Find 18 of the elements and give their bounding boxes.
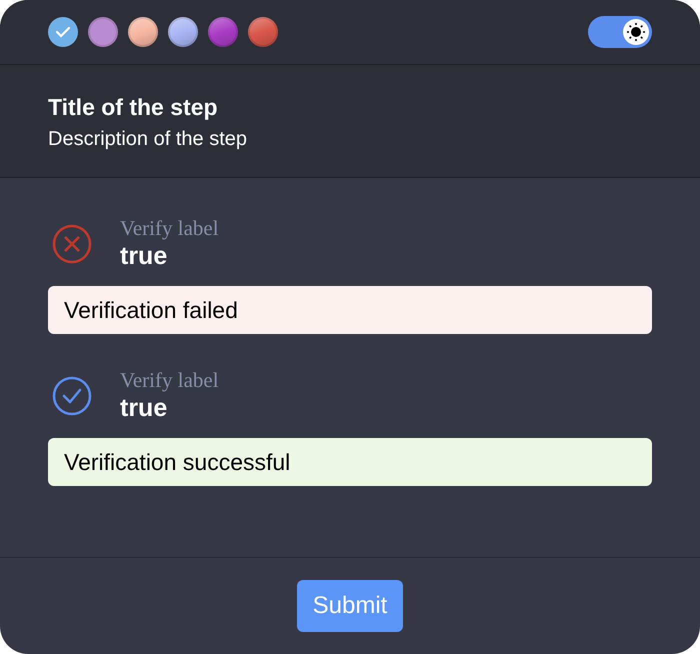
- theme-swatch[interactable]: [208, 17, 238, 47]
- theme-swatch[interactable]: [88, 17, 118, 47]
- check-icon: [56, 26, 70, 38]
- verify-label: Verify label: [120, 368, 219, 392]
- verify-value: true: [120, 241, 168, 272]
- sun-icon: [623, 19, 649, 45]
- theme-toggle[interactable]: [588, 16, 652, 48]
- theme-swatch[interactable]: [248, 17, 278, 47]
- theme-swatch[interactable]: [168, 17, 198, 47]
- verification-message: Verification successful: [48, 438, 652, 486]
- theme-swatch[interactable]: [128, 17, 158, 47]
- verify-value: true: [120, 393, 168, 424]
- verification-message: Verification failed: [48, 286, 652, 334]
- step-title: Title of the step: [48, 93, 219, 121]
- verify-label: Verify label: [120, 216, 219, 240]
- theme-swatch[interactable]: [48, 17, 78, 47]
- submit-button[interactable]: Submit: [296, 580, 404, 632]
- step-description: Description of the step: [48, 127, 248, 152]
